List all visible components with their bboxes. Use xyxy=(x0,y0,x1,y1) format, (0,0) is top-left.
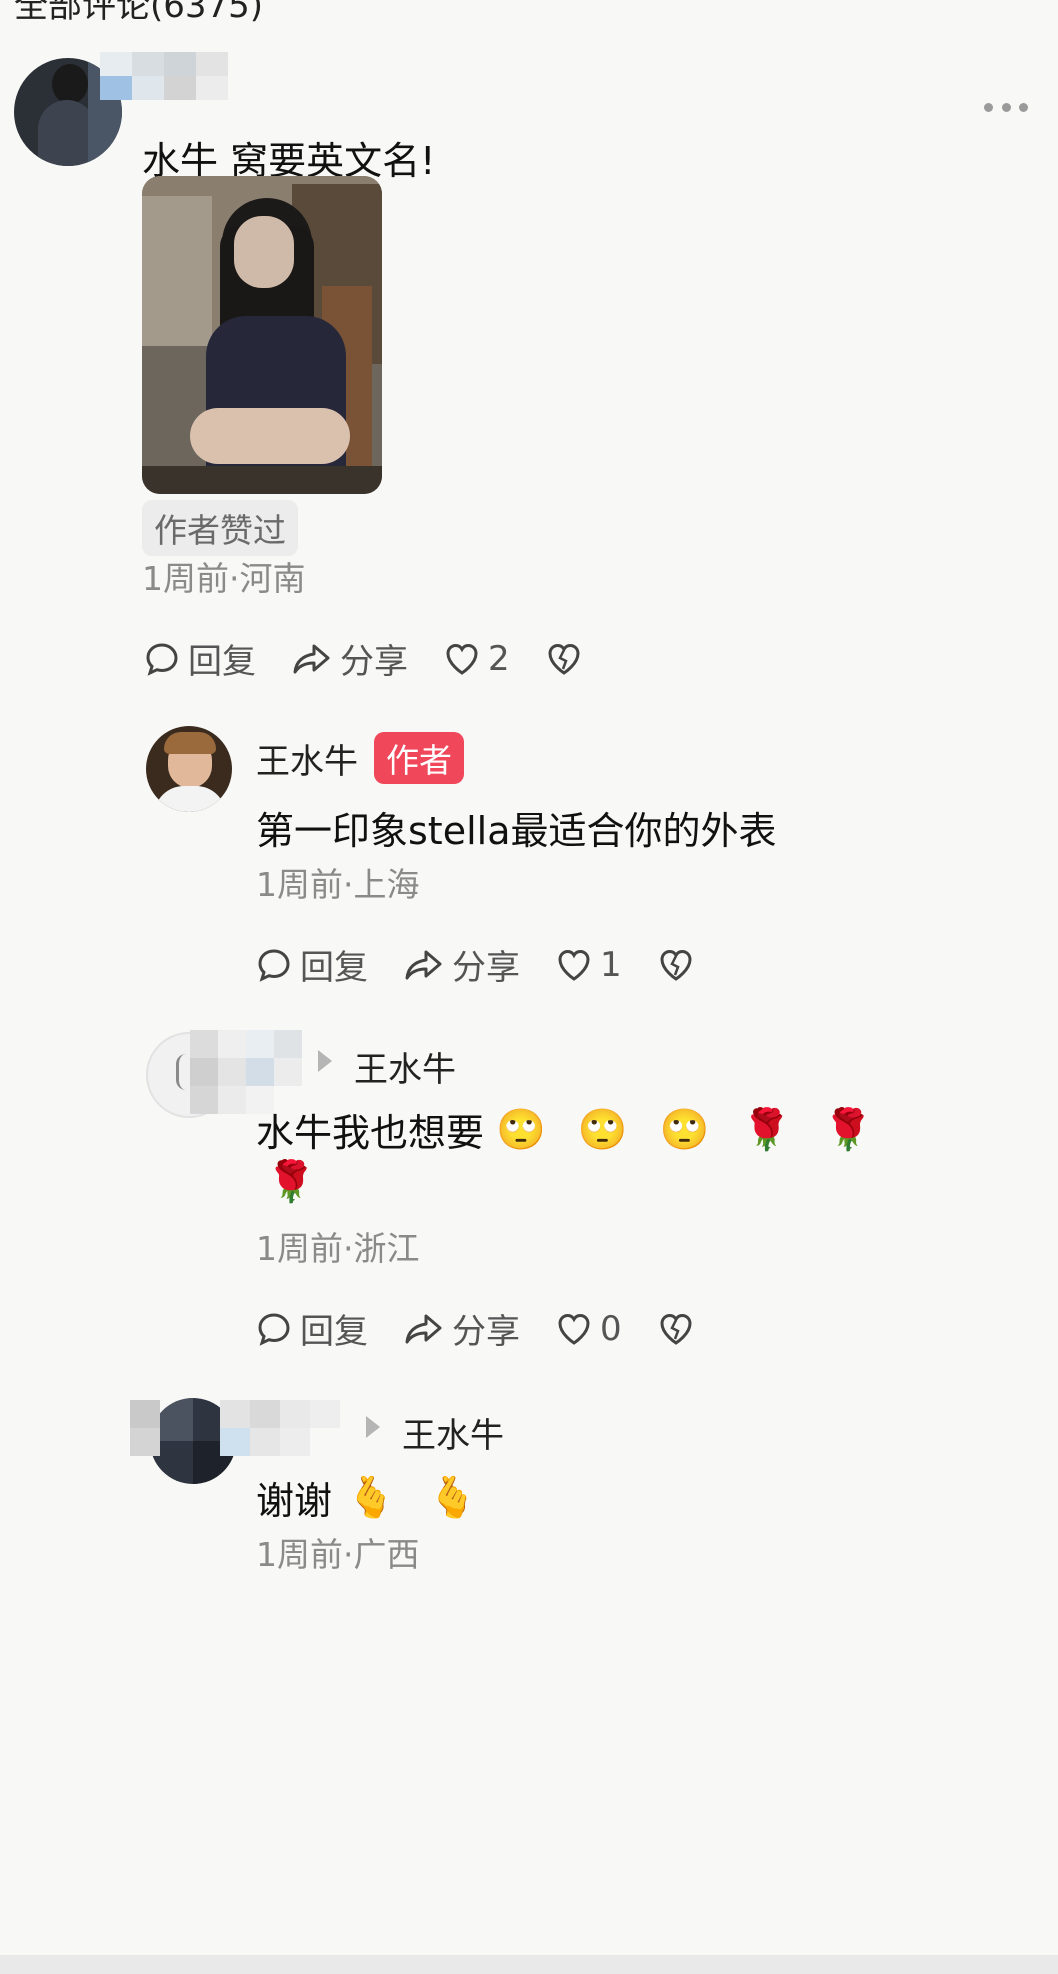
reply-arrow-icon xyxy=(366,1416,380,1438)
rose-emoji: 🌹 xyxy=(741,1107,792,1153)
heart-icon xyxy=(446,643,478,675)
comments-header: 全部评论(6375) xyxy=(14,0,264,26)
share-label: 分享 xyxy=(340,642,408,682)
author-badge: 作者 xyxy=(374,732,464,784)
dislike-icon xyxy=(660,949,692,981)
reply-icon xyxy=(146,642,178,676)
like-count: 0 xyxy=(600,1308,622,1349)
bottom-bar xyxy=(0,1955,1058,1974)
share-icon xyxy=(405,1314,442,1343)
reply-icon xyxy=(258,1312,290,1346)
like-button[interactable]: 1 xyxy=(556,945,622,985)
reply-label: 回复 xyxy=(300,1312,368,1352)
dislike-button[interactable] xyxy=(546,642,590,676)
eye-roll-emoji: 🙄 xyxy=(577,1107,628,1153)
share-icon xyxy=(293,644,330,673)
username-blurred xyxy=(130,1400,340,1456)
comment-image[interactable] xyxy=(142,176,382,494)
reply-to-username[interactable]: 王水牛 xyxy=(354,1042,456,1091)
rose-emoji: 🌹 xyxy=(266,1159,316,1205)
reply-to-username[interactable]: 王水牛 xyxy=(402,1408,504,1457)
reply-text-row: 谢谢 🫰 🫰 xyxy=(256,1470,502,1525)
comment-meta: 1周前·河南 xyxy=(142,559,306,598)
heart-icon xyxy=(558,949,590,981)
reply-button[interactable]: 回复 xyxy=(256,1304,368,1353)
reply-label: 回复 xyxy=(300,948,368,988)
like-button[interactable]: 0 xyxy=(556,1309,622,1349)
dislike-icon xyxy=(548,643,580,675)
reply-text: 谢谢 xyxy=(256,1479,333,1523)
share-button[interactable]: 分享 xyxy=(292,634,408,683)
reply-button[interactable]: 回复 xyxy=(256,940,368,989)
share-icon xyxy=(405,950,442,979)
share-button[interactable]: 分享 xyxy=(404,940,520,989)
reply-icon xyxy=(258,948,290,982)
dislike-button[interactable] xyxy=(658,1312,702,1346)
avatar[interactable] xyxy=(146,726,232,812)
author-liked-tag: 作者赞过 xyxy=(142,500,298,556)
eye-roll-emoji: 🙄 xyxy=(659,1107,710,1153)
reply-actions: 回复 分享 0 xyxy=(256,1304,738,1353)
reply-meta: 1周前·上海 xyxy=(256,865,420,904)
like-count: 2 xyxy=(488,638,510,679)
reply-actions: 回复 分享 1 xyxy=(256,940,738,989)
reply-label: 回复 xyxy=(188,642,256,682)
reply-text: 第一印象stella最适合你的外表 xyxy=(256,809,777,853)
reply-meta: 1周前·广西 xyxy=(256,1535,420,1574)
share-label: 分享 xyxy=(452,1312,520,1352)
reply-arrow-icon xyxy=(318,1050,332,1072)
reply-text-row: 水牛我也想要 🙄 🙄 🙄 🌹 🌹 xyxy=(256,1102,897,1157)
heart-icon xyxy=(558,1313,590,1345)
like-count: 1 xyxy=(600,944,622,985)
rose-emoji: 🌹 xyxy=(823,1107,874,1153)
like-button[interactable]: 2 xyxy=(444,639,510,679)
eye-roll-emoji: 🙄 xyxy=(496,1107,546,1153)
dislike-button[interactable] xyxy=(658,948,702,982)
username-blurred xyxy=(100,52,228,100)
dislike-icon xyxy=(660,1313,692,1345)
comment-actions: 回复 分享 2 xyxy=(144,634,626,683)
reply-meta: 1周前·浙江 xyxy=(256,1229,420,1268)
more-icon[interactable] xyxy=(984,100,1028,114)
reply-username[interactable]: 王水牛 xyxy=(256,734,358,783)
reply-text: 水牛我也想要 xyxy=(256,1111,485,1155)
finger-heart-emoji: 🫰 xyxy=(427,1475,478,1521)
share-button[interactable]: 分享 xyxy=(404,1304,520,1353)
share-label: 分享 xyxy=(452,948,520,988)
reply-button[interactable]: 回复 xyxy=(144,634,256,683)
finger-heart-emoji: 🫰 xyxy=(346,1475,396,1521)
